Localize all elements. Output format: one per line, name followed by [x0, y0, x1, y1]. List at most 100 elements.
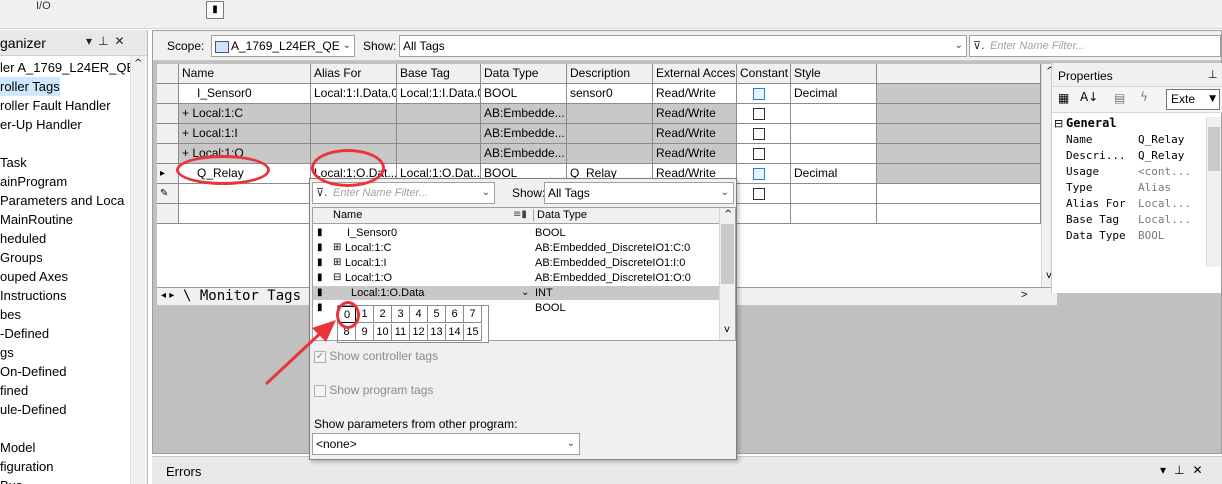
table-row[interactable]: + Local:1:C AB:Embedde... Read/Write — [157, 104, 1041, 124]
pin-icon[interactable]: ⊥ — [98, 34, 114, 48]
column-header[interactable]: Name — [179, 64, 311, 84]
pin-icon[interactable]: ⊥ — [1208, 68, 1218, 81]
table-cell[interactable] — [791, 124, 877, 144]
new-row-pencil-icon[interactable]: ✎ — [157, 184, 179, 204]
scroll-thumb[interactable] — [721, 224, 734, 284]
bit-3-button[interactable]: 3 — [392, 306, 410, 323]
table-cell[interactable] — [737, 204, 791, 224]
organizer-tree-item[interactable]: On-Defined — [0, 362, 66, 381]
scroll-up-icon[interactable]: ^ — [134, 58, 142, 69]
constant-checkbox[interactable] — [753, 87, 765, 100]
column-header[interactable]: Data Type — [481, 64, 567, 84]
close-icon[interactable]: ✕ — [1192, 463, 1210, 477]
row-header[interactable] — [157, 204, 179, 224]
sort-icon[interactable]: ≡▮ — [513, 209, 527, 220]
show-select[interactable]: All Tags ⌄ — [399, 35, 967, 57]
property-value[interactable]: Q_Relay — [1138, 132, 1184, 147]
property-value[interactable]: Q_Relay — [1138, 148, 1184, 163]
table-cell[interactable] — [877, 84, 1041, 104]
constant-checkbox[interactable] — [753, 127, 765, 140]
property-value[interactable]: Local... — [1138, 212, 1191, 227]
organizer-tree-item[interactable]: figuration — [0, 457, 53, 476]
organizer-tree-item[interactable]: MainRoutine — [0, 210, 73, 229]
collapse-icon[interactable]: ⊟ — [1054, 117, 1063, 130]
table-cell[interactable] — [877, 184, 1041, 204]
table-cell[interactable] — [397, 144, 481, 164]
column-header[interactable]: Style — [791, 64, 877, 84]
column-header[interactable]: Description — [567, 64, 653, 84]
scroll-thumb[interactable] — [1208, 127, 1220, 171]
table-cell[interactable]: BOOL — [481, 84, 567, 104]
table-cell[interactable]: + Local:1:C — [179, 104, 311, 124]
popup-list-scrollbar[interactable]: ^ v — [719, 208, 735, 340]
row-header[interactable] — [157, 84, 179, 104]
table-cell[interactable]: AB:Embedde... — [481, 124, 567, 144]
properties-scrollbar[interactable] — [1206, 117, 1221, 267]
table-cell[interactable]: I_Sensor0 — [179, 84, 311, 104]
scroll-right-icon[interactable]: > — [1021, 289, 1027, 301]
bit-14-button[interactable]: 14 — [446, 324, 464, 341]
organizer-tree-item[interactable]: Instructions — [0, 286, 66, 305]
organizer-tree-item[interactable]: fined — [0, 381, 28, 400]
popup-list-item[interactable]: ▮ ⊞ Local:1:I AB:Embedded_DiscreteIO1:I:0 — [313, 256, 719, 270]
table-row[interactable]: + Local:1:I AB:Embedde... Read/Write — [157, 124, 1041, 144]
bit-2-button[interactable]: 2 — [374, 306, 392, 323]
bit-7-button[interactable]: 7 — [464, 306, 482, 323]
table-cell[interactable]: Read/Write — [653, 144, 737, 164]
table-cell[interactable]: AB:Embedde... — [481, 104, 567, 124]
table-cell[interactable] — [877, 164, 1041, 184]
table-cell[interactable] — [737, 144, 791, 164]
table-cell[interactable] — [179, 204, 311, 224]
table-cell[interactable]: sensor0 — [567, 84, 653, 104]
pin-icon[interactable]: ⊥ — [1174, 463, 1192, 477]
property-value[interactable]: <cont... — [1138, 164, 1191, 179]
table-cell[interactable]: Read/Write — [653, 84, 737, 104]
expand-icon[interactable]: ⊞ — [333, 241, 341, 255]
close-icon[interactable]: ✕ — [114, 34, 130, 48]
errors-window-controls[interactable]: ▾⊥✕ — [1160, 463, 1211, 477]
table-cell[interactable] — [567, 104, 653, 124]
property-value[interactable]: BOOL — [1138, 228, 1165, 243]
bit-11-button[interactable]: 11 — [392, 324, 410, 341]
popup-list-item[interactable]: ▮ ⊟ Local:1:O AB:Embedded_DiscreteIO1:O:0 — [313, 271, 719, 285]
expand-icon[interactable]: ⊟ — [333, 271, 341, 285]
table-cell[interactable] — [397, 104, 481, 124]
scope-select[interactable]: A_1769_L24ER_QE ⌄ — [211, 35, 355, 57]
table-cell[interactable]: Read/Write — [653, 124, 737, 144]
organizer-tree-item[interactable]: er-Up Handler — [0, 115, 82, 134]
row-header[interactable] — [157, 104, 179, 124]
table-cell[interactable] — [877, 104, 1041, 124]
table-cell[interactable] — [791, 204, 877, 224]
column-header[interactable]: Base Tag — [397, 64, 481, 84]
table-cell[interactable] — [397, 124, 481, 144]
table-cell[interactable]: Decimal — [791, 164, 877, 184]
popup-col-datatype[interactable]: Data Type — [533, 209, 587, 221]
table-cell[interactable] — [737, 164, 791, 184]
table-cell[interactable] — [877, 144, 1041, 164]
popup-list-item[interactable]: ▮ I_Sensor0 BOOL — [313, 226, 719, 240]
name-filter-input[interactable]: ⊽. Enter Name Filter... — [969, 35, 1221, 57]
constant-checkbox[interactable] — [753, 167, 765, 180]
table-row[interactable]: I_Sensor0 Local:1:I.Data.0 Local:1:I.Data.… — [157, 84, 1041, 104]
table-cell[interactable] — [737, 184, 791, 204]
table-cell[interactable] — [567, 124, 653, 144]
bit-9-button[interactable]: 9 — [356, 324, 374, 341]
row-header[interactable] — [157, 124, 179, 144]
table-cell[interactable]: AB:Embedde... — [481, 144, 567, 164]
table-cell[interactable] — [791, 184, 877, 204]
extended-select[interactable]: Exte ▼ — [1166, 89, 1220, 110]
bit-13-button[interactable]: 13 — [428, 324, 446, 341]
row-header[interactable] — [157, 144, 179, 164]
sort-alpha-icon[interactable]: A↓ — [1080, 90, 1098, 104]
organizer-tree-item[interactable]: ouped Axes — [0, 267, 68, 286]
chevron-down-icon[interactable]: ⌄ — [482, 183, 490, 203]
table-cell[interactable] — [737, 124, 791, 144]
table-cell[interactable] — [311, 104, 397, 124]
organizer-tree-item[interactable]: bes — [0, 305, 21, 324]
tab-scroll-left-icon[interactable]: ◂ ▸ — [161, 290, 174, 301]
organizer-tree-item[interactable]: ler A_1769_L24ER_QE — [0, 58, 135, 77]
column-header[interactable] — [877, 64, 1041, 84]
organizer-tree-item[interactable]: roller Fault Handler — [0, 96, 111, 115]
program-select[interactable]: <none> ⌄ — [312, 433, 580, 455]
popup-show-select[interactable]: All Tags ⌄ — [544, 182, 734, 204]
